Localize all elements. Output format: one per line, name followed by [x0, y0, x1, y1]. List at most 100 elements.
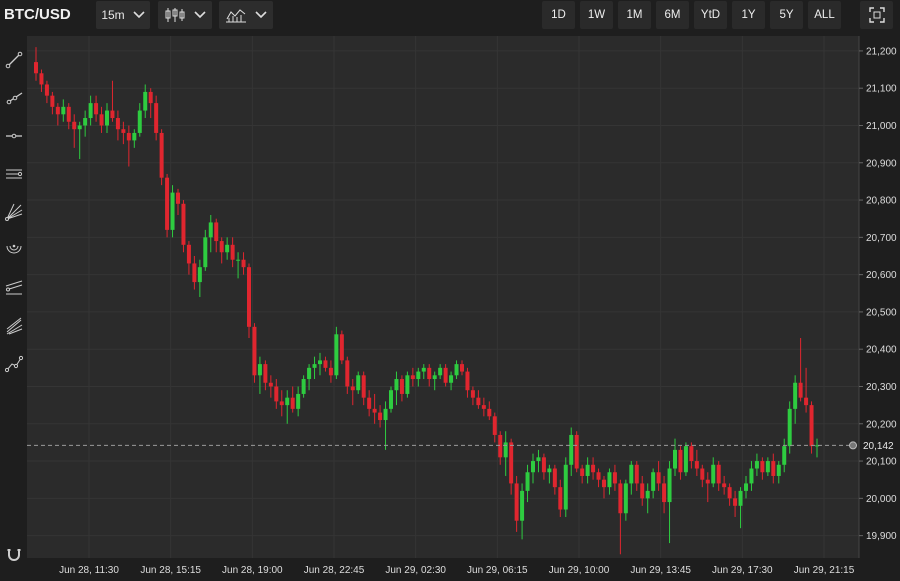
candle-body: [492, 416, 497, 435]
candle-body: [285, 397, 290, 406]
candle-body: [94, 103, 99, 115]
y-tick-label: 20,900: [866, 158, 897, 169]
candle-body: [749, 468, 754, 484]
gann-fan-icon: [6, 317, 22, 335]
range-button-1w[interactable]: 1W: [580, 1, 613, 29]
candle-body: [290, 397, 295, 409]
candle-body: [760, 461, 765, 473]
candle-body: [558, 487, 563, 510]
candle-body: [236, 259, 241, 261]
range-button-5y[interactable]: 5Y: [770, 1, 803, 29]
fib-fan-tool[interactable]: [0, 199, 27, 225]
interval-select[interactable]: 15m: [96, 1, 150, 29]
candle-body: [410, 375, 415, 380]
range-button-6m[interactable]: 6M: [656, 1, 689, 29]
gann-fan-tool[interactable]: [0, 313, 27, 339]
indicators-select[interactable]: [219, 1, 273, 29]
y-tick-label: 21,200: [866, 46, 897, 57]
candle-body: [416, 371, 421, 380]
candle-body: [798, 382, 803, 398]
chevron-down-icon: [255, 11, 267, 19]
candlestick-icon: [165, 8, 185, 22]
candle-body: [132, 132, 137, 141]
candle: [334, 326, 339, 380]
trend-line-tool[interactable]: [0, 47, 27, 73]
range-label: 1D: [551, 9, 566, 21]
candle-body: [787, 408, 792, 447]
candle-body: [563, 464, 568, 510]
candle-body: [569, 434, 574, 465]
candle-body: [498, 434, 503, 458]
x-tick-label: Jun 28, 15:15: [140, 565, 201, 576]
candle: [339, 330, 344, 365]
candle-body: [192, 263, 197, 283]
range-button-1m[interactable]: 1M: [618, 1, 651, 29]
candle-body: [312, 364, 317, 368]
candle-body: [88, 103, 93, 119]
magnet-tool[interactable]: [0, 542, 27, 568]
candle: [252, 323, 257, 383]
range-button-1d[interactable]: 1D: [542, 1, 575, 29]
candle-body: [83, 118, 88, 126]
candle-body: [159, 132, 164, 178]
y-tick-label: 20,000: [866, 494, 897, 505]
current-price-label: 20,142: [863, 441, 894, 452]
candle-body: [252, 326, 257, 376]
range-button-ytd[interactable]: YtD: [694, 1, 727, 29]
candle-body: [678, 449, 683, 473]
candle-body: [105, 110, 109, 126]
candle-body: [727, 487, 732, 499]
fib-arc-icon: [6, 244, 21, 254]
path-tool[interactable]: [0, 351, 27, 377]
fullscreen-button[interactable]: [860, 1, 893, 29]
fib-arc-tool[interactable]: [0, 237, 27, 263]
candle: [683, 442, 688, 476]
candle-body: [443, 367, 448, 383]
candle-body: [640, 483, 645, 499]
candle-body: [219, 241, 224, 253]
candle-body: [154, 103, 159, 133]
candle-body: [476, 397, 481, 406]
candle-body: [465, 371, 470, 391]
y-tick-label: 20,600: [866, 270, 897, 281]
y-tick-label: 20,500: [866, 307, 897, 318]
ray-tool[interactable]: [0, 85, 27, 111]
range-button-1y[interactable]: 1Y: [732, 1, 765, 29]
range-label: 6M: [664, 9, 681, 21]
candle-body: [629, 464, 634, 484]
candle-body: [126, 132, 131, 141]
candle-body: [263, 364, 268, 383]
range-label: YtD: [700, 9, 721, 21]
candle-body: [733, 498, 738, 506]
candle-body: [257, 364, 262, 376]
symbol-label: BTC/USD: [4, 6, 71, 23]
candle-body: [460, 364, 464, 372]
candle-body: [509, 442, 514, 484]
current-price-marker: [849, 441, 857, 450]
candle-body: [667, 468, 672, 503]
x-tick-label: Jun 29, 21:15: [794, 565, 855, 576]
candle-body: [711, 464, 716, 484]
candle-body: [247, 267, 251, 327]
pitchfork-tool[interactable]: [0, 275, 27, 301]
horizontal-line-tool[interactable]: [0, 123, 27, 149]
candle-body: [137, 110, 142, 133]
range-button-all[interactable]: ALL: [808, 1, 841, 29]
candle-body: [623, 483, 628, 514]
candle-body: [782, 446, 787, 465]
candle-body: [405, 375, 410, 394]
candle-body: [716, 464, 721, 484]
candle-body: [487, 408, 492, 417]
y-tick-label: 21,100: [866, 84, 897, 95]
range-label: 1Y: [741, 9, 756, 21]
candle: [405, 371, 410, 398]
candle-body: [214, 222, 219, 242]
candle-body: [34, 62, 38, 74]
candle-body: [585, 464, 590, 476]
candle-body: [72, 121, 77, 130]
candle-body: [662, 483, 667, 503]
price-chart[interactable]: 21,200 21,100 21,000 20,900 20,800 20,700 20,6…: [27, 36, 900, 581]
y-tick-label: 20,100: [866, 457, 897, 468]
parallel-channel-tool[interactable]: [0, 161, 27, 187]
chart-type-select[interactable]: [158, 1, 212, 29]
